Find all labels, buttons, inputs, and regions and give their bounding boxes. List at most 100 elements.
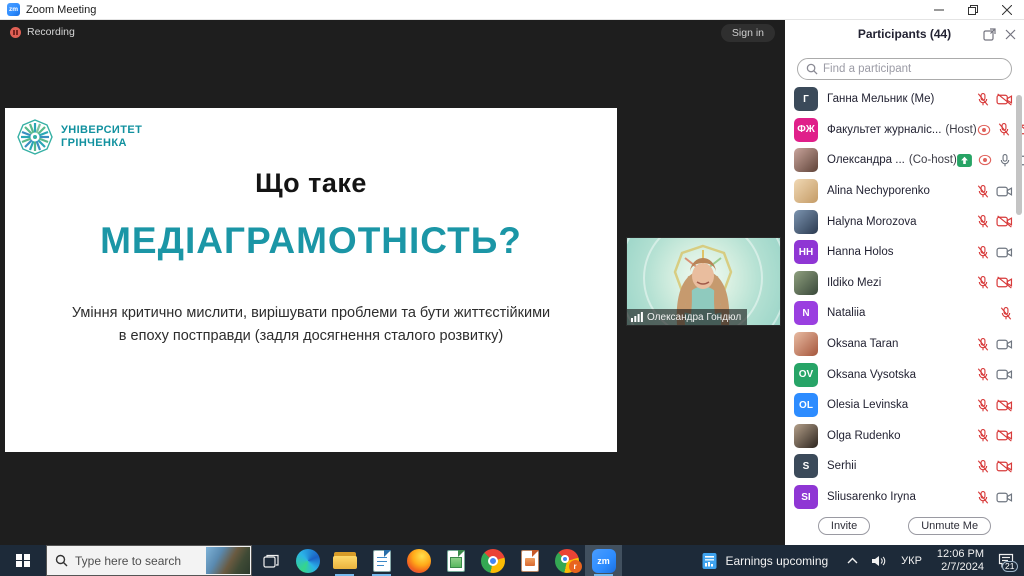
taskbar-search[interactable]	[46, 545, 252, 576]
tray-volume[interactable]	[865, 545, 894, 576]
university-logo-icon	[16, 118, 54, 156]
close-button[interactable]	[990, 0, 1024, 19]
mic-muted-icon[interactable]	[976, 428, 990, 443]
participant-row[interactable]: Olga Rudenko	[794, 421, 1013, 452]
close-panel-icon[interactable]	[1005, 29, 1016, 40]
participant-row[interactable]: HH Hanna Holos	[794, 237, 1013, 268]
zoom-app-icon: zm	[7, 3, 20, 16]
impress-icon	[518, 549, 542, 573]
chrome-r-icon: r	[555, 549, 579, 573]
zoom-icon: zm	[592, 549, 616, 573]
taskbar-app-impress[interactable]	[511, 545, 548, 576]
popout-icon[interactable]	[983, 28, 996, 41]
window-title: Zoom Meeting	[26, 4, 96, 16]
mic-muted-icon[interactable]	[976, 214, 990, 229]
taskbar-app-writer[interactable]	[363, 545, 400, 576]
tray-chevron[interactable]	[840, 545, 865, 576]
video-on-icon[interactable]	[996, 368, 1013, 381]
mic-muted-icon[interactable]	[976, 245, 990, 260]
participant-status-icons	[976, 367, 1013, 382]
participant-row[interactable]: Halyna Morozova	[794, 206, 1013, 237]
participant-row[interactable]: OV Oksana Vysotska	[794, 359, 1013, 390]
video-off-icon[interactable]	[996, 276, 1013, 289]
participant-status-icons	[976, 275, 1013, 290]
language-indicator[interactable]: УКР	[894, 545, 929, 576]
speaker-icon	[872, 555, 887, 567]
avatar: HH	[794, 240, 818, 264]
participant-row[interactable]: Oksana Taran	[794, 329, 1013, 360]
taskbar-app-calc[interactable]	[437, 545, 474, 576]
meeting-video-area: Recording Sign in	[0, 20, 785, 545]
video-off-icon[interactable]	[996, 429, 1013, 442]
video-on-icon[interactable]	[996, 338, 1013, 351]
video-on-icon[interactable]	[996, 185, 1013, 198]
participant-status-icons	[976, 337, 1013, 352]
restore-button[interactable]	[956, 0, 990, 19]
mic-on-icon[interactable]	[998, 153, 1012, 168]
video-on-icon[interactable]	[996, 491, 1013, 504]
mic-muted-icon[interactable]	[999, 306, 1013, 321]
video-on-icon[interactable]	[996, 246, 1013, 259]
sign-in-button[interactable]: Sign in	[721, 24, 775, 42]
participant-row[interactable]: Г Ганна Мельник (Me)	[794, 84, 1013, 115]
video-name-label: Олександра Гондюл	[627, 309, 747, 325]
taskbar-app-edge[interactable]	[289, 545, 326, 576]
mic-muted-icon[interactable]	[976, 459, 990, 474]
unmute-me-button[interactable]: Unmute Me	[908, 517, 991, 535]
mic-muted-icon[interactable]	[976, 490, 990, 505]
mic-muted-icon[interactable]	[976, 398, 990, 413]
invite-button[interactable]: Invite	[818, 517, 870, 535]
task-view-button[interactable]	[252, 545, 289, 576]
participant-name: Sliusarenko Iryna	[827, 491, 916, 503]
participant-search-input[interactable]	[823, 63, 1003, 75]
video-off-icon[interactable]	[996, 93, 1013, 106]
taskbar-app-file-explorer[interactable]	[326, 545, 363, 576]
screen-share-badge-icon	[957, 154, 972, 167]
taskbar-app-firefox[interactable]	[400, 545, 437, 576]
task-view-icon	[263, 554, 279, 568]
taskbar-search-input[interactable]	[75, 554, 195, 568]
participant-status-icons	[976, 245, 1013, 260]
participant-name: Halyna Morozova	[827, 216, 916, 228]
taskbar-app-chrome-r[interactable]: r	[548, 545, 585, 576]
participant-status-icons	[976, 184, 1013, 199]
start-button[interactable]	[0, 545, 46, 576]
participant-row[interactable]: OL Olesia Levinska	[794, 390, 1013, 421]
presenter-video-thumbnail[interactable]: Олександра Гондюл	[627, 238, 780, 325]
video-off-icon[interactable]	[996, 399, 1013, 412]
mic-muted-icon[interactable]	[976, 367, 990, 382]
video-off-icon[interactable]	[996, 460, 1013, 473]
search-highlight-image[interactable]	[206, 547, 250, 574]
participant-name: Olga Rudenko	[827, 430, 901, 442]
mic-muted-icon[interactable]	[976, 184, 990, 199]
participant-row[interactable]: Ildiko Mezi	[794, 268, 1013, 299]
avatar: SI	[794, 485, 818, 509]
news-widget[interactable]: Earnings upcoming	[690, 545, 840, 576]
minimize-button[interactable]	[922, 0, 956, 19]
participant-role: (Co-host)	[909, 154, 957, 166]
mic-muted-icon[interactable]	[976, 275, 990, 290]
participant-row[interactable]: ФЖ Факультет журналіс... (Host)	[794, 115, 1013, 146]
recording-indicator[interactable]: Recording	[10, 26, 75, 38]
participant-name: Olesia Levinska	[827, 399, 908, 411]
taskbar-clock[interactable]: 12:06 PM 2/7/2024	[929, 548, 992, 574]
chevron-up-icon	[847, 557, 858, 564]
clock-time: 12:06 PM	[937, 548, 984, 561]
taskbar-app-zoom[interactable]: zm	[585, 545, 622, 576]
participant-search[interactable]	[797, 58, 1012, 80]
participant-row[interactable]: Олександра ... (Co-host)	[794, 145, 1013, 176]
mic-muted-icon[interactable]	[976, 92, 990, 107]
participant-row[interactable]: Alina Nechyporenko	[794, 176, 1013, 207]
participant-row[interactable]: S Serhii	[794, 451, 1013, 482]
mic-muted-icon[interactable]	[997, 122, 1011, 137]
avatar: N	[794, 301, 818, 325]
screen: zm Zoom Meeting Recording Sign in	[0, 0, 1024, 576]
taskbar-app-chrome[interactable]	[474, 545, 511, 576]
mic-muted-icon[interactable]	[976, 337, 990, 352]
video-off-icon[interactable]	[996, 215, 1013, 228]
participant-row[interactable]: N Nataliia	[794, 298, 1013, 329]
participant-row[interactable]: SI Sliusarenko Iryna	[794, 482, 1013, 513]
participants-scrollbar[interactable]	[1016, 95, 1022, 215]
action-center-button[interactable]: 21	[992, 545, 1024, 576]
participant-status-icons	[976, 490, 1013, 505]
